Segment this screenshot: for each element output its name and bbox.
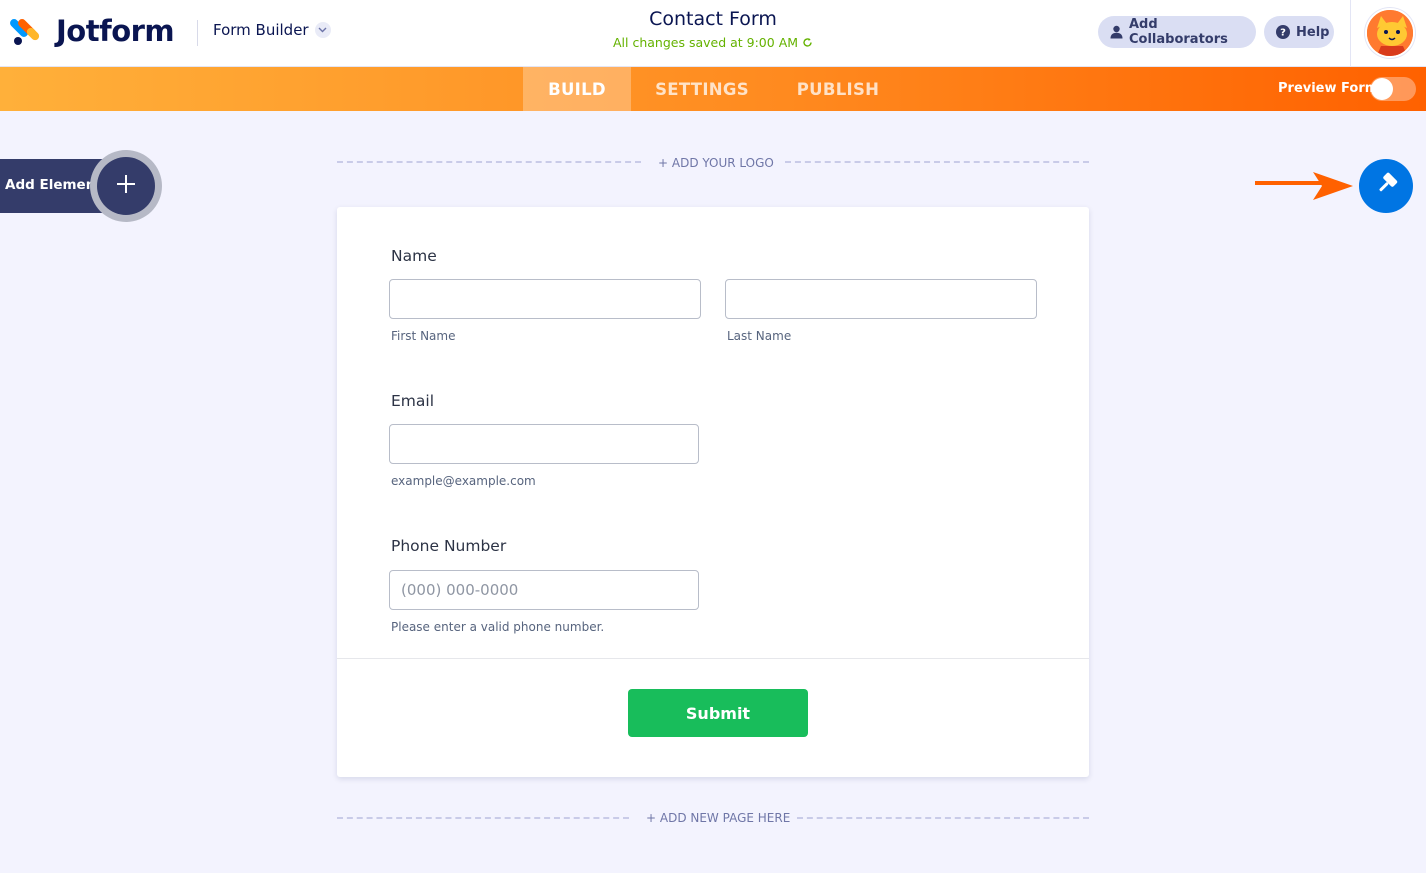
arrow-right-icon xyxy=(1255,171,1355,205)
page-guide-line-right xyxy=(797,817,1089,819)
phone-sublabel: Please enter a valid phone number. xyxy=(391,620,605,634)
page-guide-line-left xyxy=(337,817,629,819)
email-input[interactable] xyxy=(389,424,699,464)
avatar-container xyxy=(1350,0,1426,67)
card-divider xyxy=(337,658,1089,659)
form-designer-button[interactable] xyxy=(1359,159,1413,213)
refresh-icon xyxy=(802,35,813,50)
tab-settings[interactable]: SETTINGS xyxy=(644,67,760,111)
email-sublabel: example@example.com xyxy=(391,474,536,488)
logo-guide-line-left xyxy=(337,161,641,163)
add-element-plus-button[interactable] xyxy=(97,157,155,215)
submit-button[interactable]: Submit xyxy=(628,689,808,737)
builder-nav: BUILD SETTINGS PUBLISH Preview Form xyxy=(0,67,1426,111)
add-new-page-link[interactable]: + ADD NEW PAGE HERE xyxy=(646,811,790,825)
question-circle-icon: ? xyxy=(1276,25,1290,39)
add-collaborators-label: Add Collaborators xyxy=(1129,17,1228,47)
phone-label: Phone Number xyxy=(391,537,507,555)
last-name-input[interactable] xyxy=(725,279,1037,319)
preview-form-label: Preview Form xyxy=(1278,81,1379,96)
save-status-text: All changes saved at 9:00 AM xyxy=(612,35,799,50)
plus-icon xyxy=(116,174,136,198)
cat-avatar-icon[interactable] xyxy=(1365,8,1415,58)
tab-build[interactable]: BUILD xyxy=(523,67,631,111)
tab-publish[interactable]: PUBLISH xyxy=(786,67,890,111)
help-button[interactable]: ? Help xyxy=(1264,16,1334,48)
add-collaborators-button[interactable]: Add Collaborators xyxy=(1098,16,1256,48)
email-label: Email xyxy=(391,392,435,410)
add-element-label: Add Element xyxy=(5,177,102,193)
add-logo-link[interactable]: + ADD YOUR LOGO xyxy=(658,156,774,170)
toggle-knob xyxy=(1371,78,1393,100)
first-name-input[interactable] xyxy=(389,279,701,319)
user-icon xyxy=(1110,25,1123,39)
last-name-sublabel: Last Name xyxy=(727,329,792,343)
phone-input[interactable] xyxy=(389,570,699,610)
top-header: Jotform Form Builder Contact Form All ch… xyxy=(0,0,1426,67)
first-name-sublabel: First Name xyxy=(391,329,456,343)
name-label: Name xyxy=(391,247,437,265)
preview-form-toggle[interactable] xyxy=(1370,77,1416,101)
paint-roller-icon xyxy=(1373,171,1399,201)
help-label: Help xyxy=(1296,24,1330,40)
svg-text:?: ? xyxy=(1280,28,1286,39)
form-card: Name First Name Last Name Email example@… xyxy=(337,207,1089,777)
logo-guide-line-right xyxy=(785,161,1089,163)
